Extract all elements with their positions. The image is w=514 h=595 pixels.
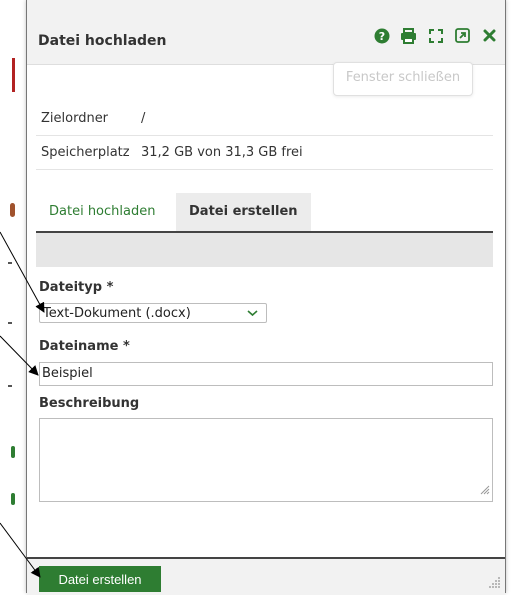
background-marker bbox=[10, 203, 15, 217]
resize-grip-icon[interactable] bbox=[489, 573, 501, 592]
background-marker bbox=[11, 446, 15, 458]
filetype-select[interactable]: Text-Dokument (.docx) bbox=[39, 303, 267, 323]
target-info-table: Zielordner / Speicherplatz 31,2 GB von 3… bbox=[36, 102, 493, 170]
resize-handle-icon[interactable] bbox=[480, 480, 490, 499]
description-textarea[interactable] bbox=[39, 418, 493, 502]
tab-create-file[interactable]: Datei erstellen bbox=[176, 193, 311, 231]
description-label: Beschreibung bbox=[39, 396, 140, 411]
background-marker bbox=[11, 493, 15, 505]
print-icon[interactable] bbox=[399, 26, 418, 45]
table-row: Speicherplatz 31,2 GB von 31,3 GB frei bbox=[36, 135, 493, 170]
tab-upload-file[interactable]: Datei hochladen bbox=[36, 193, 168, 231]
dialog-tabs: Datei hochladen Datei erstellen bbox=[36, 193, 493, 233]
fullscreen-icon[interactable] bbox=[426, 26, 445, 45]
upload-dialog: Datei hochladen ? Fenster schließen Ziel… bbox=[26, 0, 506, 595]
create-file-button[interactable]: Datei erstellen bbox=[39, 566, 161, 592]
close-tooltip: Fenster schließen bbox=[333, 62, 473, 96]
dialog-footer: Datei erstellen bbox=[27, 557, 505, 595]
titlebar-toolbar: ? bbox=[372, 26, 499, 45]
background-marker bbox=[8, 262, 12, 264]
info-bar bbox=[36, 233, 493, 267]
close-icon[interactable] bbox=[480, 26, 499, 45]
folder-value: / bbox=[139, 102, 493, 136]
filetype-selected-value: Text-Dokument (.docx) bbox=[43, 306, 191, 321]
folder-label: Zielordner bbox=[36, 102, 139, 136]
svg-text:?: ? bbox=[378, 30, 384, 43]
storage-value: 31,2 GB von 31,3 GB frei bbox=[139, 135, 493, 170]
filename-label: Dateiname * bbox=[39, 339, 130, 354]
background-marker bbox=[12, 58, 15, 92]
dialog-title: Datei hochladen bbox=[38, 33, 167, 49]
external-link-icon[interactable] bbox=[453, 26, 472, 45]
filetype-label: Dateityp * bbox=[39, 280, 114, 295]
chevron-down-icon bbox=[247, 303, 258, 323]
table-row: Zielordner / bbox=[36, 102, 493, 136]
background-marker bbox=[8, 385, 12, 387]
filename-input[interactable]: Beispiel bbox=[39, 362, 493, 386]
help-icon[interactable]: ? bbox=[372, 26, 391, 45]
dialog-titlebar[interactable]: Datei hochladen ? bbox=[27, 0, 505, 65]
background-marker bbox=[8, 322, 12, 324]
storage-label: Speicherplatz bbox=[36, 135, 139, 170]
